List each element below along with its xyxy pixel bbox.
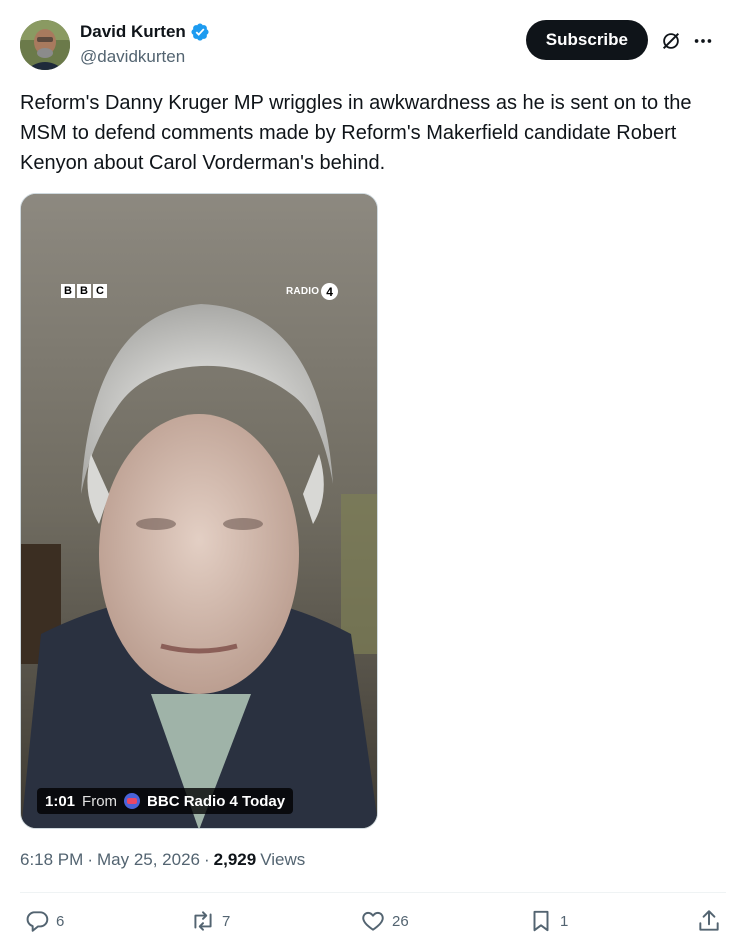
tweet-time[interactable]: 6:18 PM xyxy=(20,850,83,870)
bookmark-count: 1 xyxy=(560,912,569,930)
divider xyxy=(20,892,726,893)
reply-button[interactable]: 6 xyxy=(24,908,64,934)
video-source-name[interactable]: BBC Radio 4 Today xyxy=(147,793,285,810)
heart-icon xyxy=(362,911,384,931)
bookmark-icon xyxy=(533,910,549,932)
author-handle[interactable]: @davidkurten xyxy=(80,47,185,67)
bbc-letter: B xyxy=(61,284,75,298)
grok-icon[interactable] xyxy=(660,30,682,52)
radio-number: 4 xyxy=(321,283,339,300)
bookmark-button[interactable]: 1 xyxy=(528,908,568,934)
meta-separator: · xyxy=(87,850,93,869)
repost-button[interactable]: 7 xyxy=(190,908,230,934)
video-player[interactable]: B B C RADIO 4 1:01 From BBC Radio 4 Toda… xyxy=(20,193,378,829)
radio-label: RADIO xyxy=(286,286,320,297)
bbc-logo: B B C xyxy=(61,284,107,298)
video-duration: 1:01 xyxy=(45,792,76,810)
meta-separator: · xyxy=(204,850,210,869)
views-count: 2,929 xyxy=(213,850,257,869)
repost-count: 7 xyxy=(222,912,231,930)
tweet-header: David Kurten @davidkurten Subscribe xyxy=(20,20,716,72)
subscribe-button[interactable]: Subscribe xyxy=(525,20,648,60)
repost-icon xyxy=(194,911,212,931)
views-label: Views xyxy=(260,850,306,869)
share-button[interactable] xyxy=(696,908,722,934)
verified-badge-icon xyxy=(191,23,209,41)
tweet-text: Reform's Danny Kruger MP wriggles in awk… xyxy=(20,92,692,174)
like-count: 26 xyxy=(392,912,409,930)
tweet-meta: 6:18 PM · May 25, 2026 · 2,929 Views xyxy=(20,850,305,870)
more-icon[interactable] xyxy=(692,30,714,52)
video-info-badge[interactable]: 1:01 From BBC Radio 4 Today xyxy=(37,788,294,814)
radio4-logo: RADIO 4 xyxy=(286,283,339,300)
reply-icon xyxy=(26,911,49,932)
tweet-date[interactable]: May 25, 2026 xyxy=(97,850,200,870)
avatar[interactable] xyxy=(20,20,70,70)
action-bar: 6 7 26 1 xyxy=(20,908,722,942)
bbc-letter: C xyxy=(93,284,107,298)
display-name[interactable]: David Kurten xyxy=(80,22,186,42)
reply-count: 6 xyxy=(56,912,65,930)
bbc-letter: B xyxy=(77,284,91,298)
like-button[interactable]: 26 xyxy=(360,908,409,934)
from-label: From xyxy=(82,792,118,810)
source-avatar-icon xyxy=(124,793,141,809)
share-icon xyxy=(699,910,719,931)
